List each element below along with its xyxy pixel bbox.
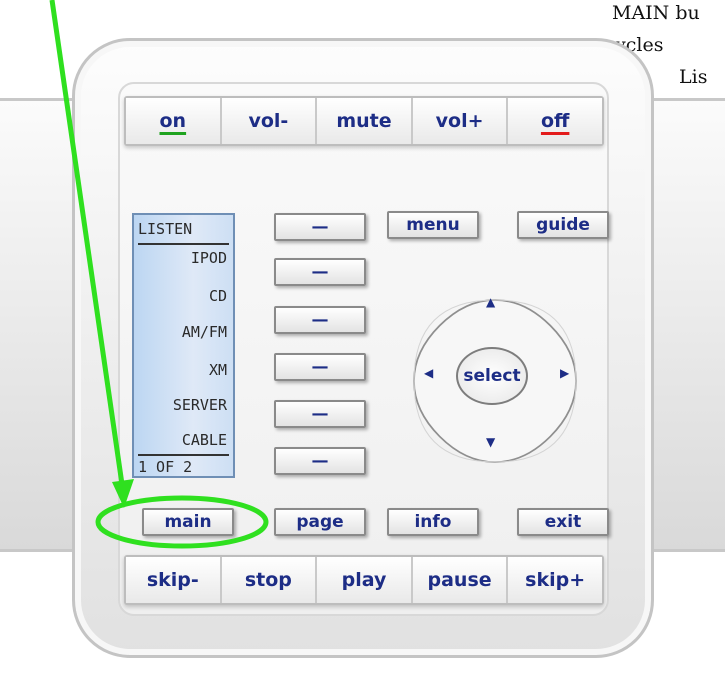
pointer-arrow-line — [49, 0, 127, 499]
main-button-highlight — [95, 495, 269, 549]
highlight-overlay — [49, 0, 269, 549]
